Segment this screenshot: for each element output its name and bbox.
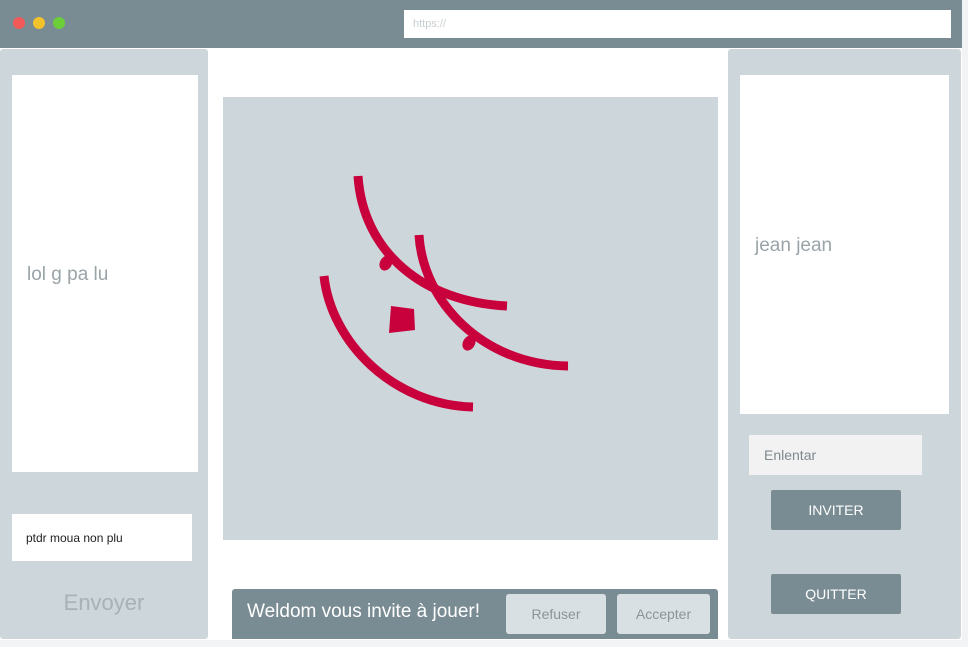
chat-panel: lol g pa lu Envoyer [0, 49, 208, 639]
drawn-strokes [319, 175, 569, 412]
players-panel: jean jean INVITER QUITTER [728, 49, 961, 639]
chat-input[interactable] [12, 514, 192, 561]
chat-log: lol g pa lu [12, 75, 198, 472]
invitation-message: Weldom vous invite à jouer! [247, 601, 481, 622]
invite-input[interactable] [749, 435, 922, 475]
mark-square [389, 306, 415, 333]
send-button[interactable]: Envoyer [0, 583, 208, 623]
browser-window: lol g pa lu Envoyer jean jean INVITER QU… [0, 0, 962, 640]
maximize-window-dot[interactable] [53, 17, 65, 29]
chat-message: lol g pa lu [27, 264, 109, 285]
close-window-dot[interactable] [13, 17, 25, 29]
url-input[interactable] [404, 10, 951, 38]
title-bar [0, 0, 962, 48]
accept-button[interactable]: Accepter [617, 594, 710, 634]
drawing-canvas[interactable] [223, 97, 718, 540]
player-item[interactable]: jean jean [755, 235, 832, 257]
quit-button[interactable]: QUITTER [771, 574, 901, 614]
invitation-bar: Weldom vous invite à jouer! Refuser Acce… [232, 589, 718, 639]
invite-button[interactable]: INVITER [771, 490, 901, 530]
players-list: jean jean [740, 75, 949, 414]
refuse-button[interactable]: Refuser [506, 594, 606, 634]
drawing [319, 175, 569, 412]
minimize-window-dot[interactable] [33, 17, 45, 29]
